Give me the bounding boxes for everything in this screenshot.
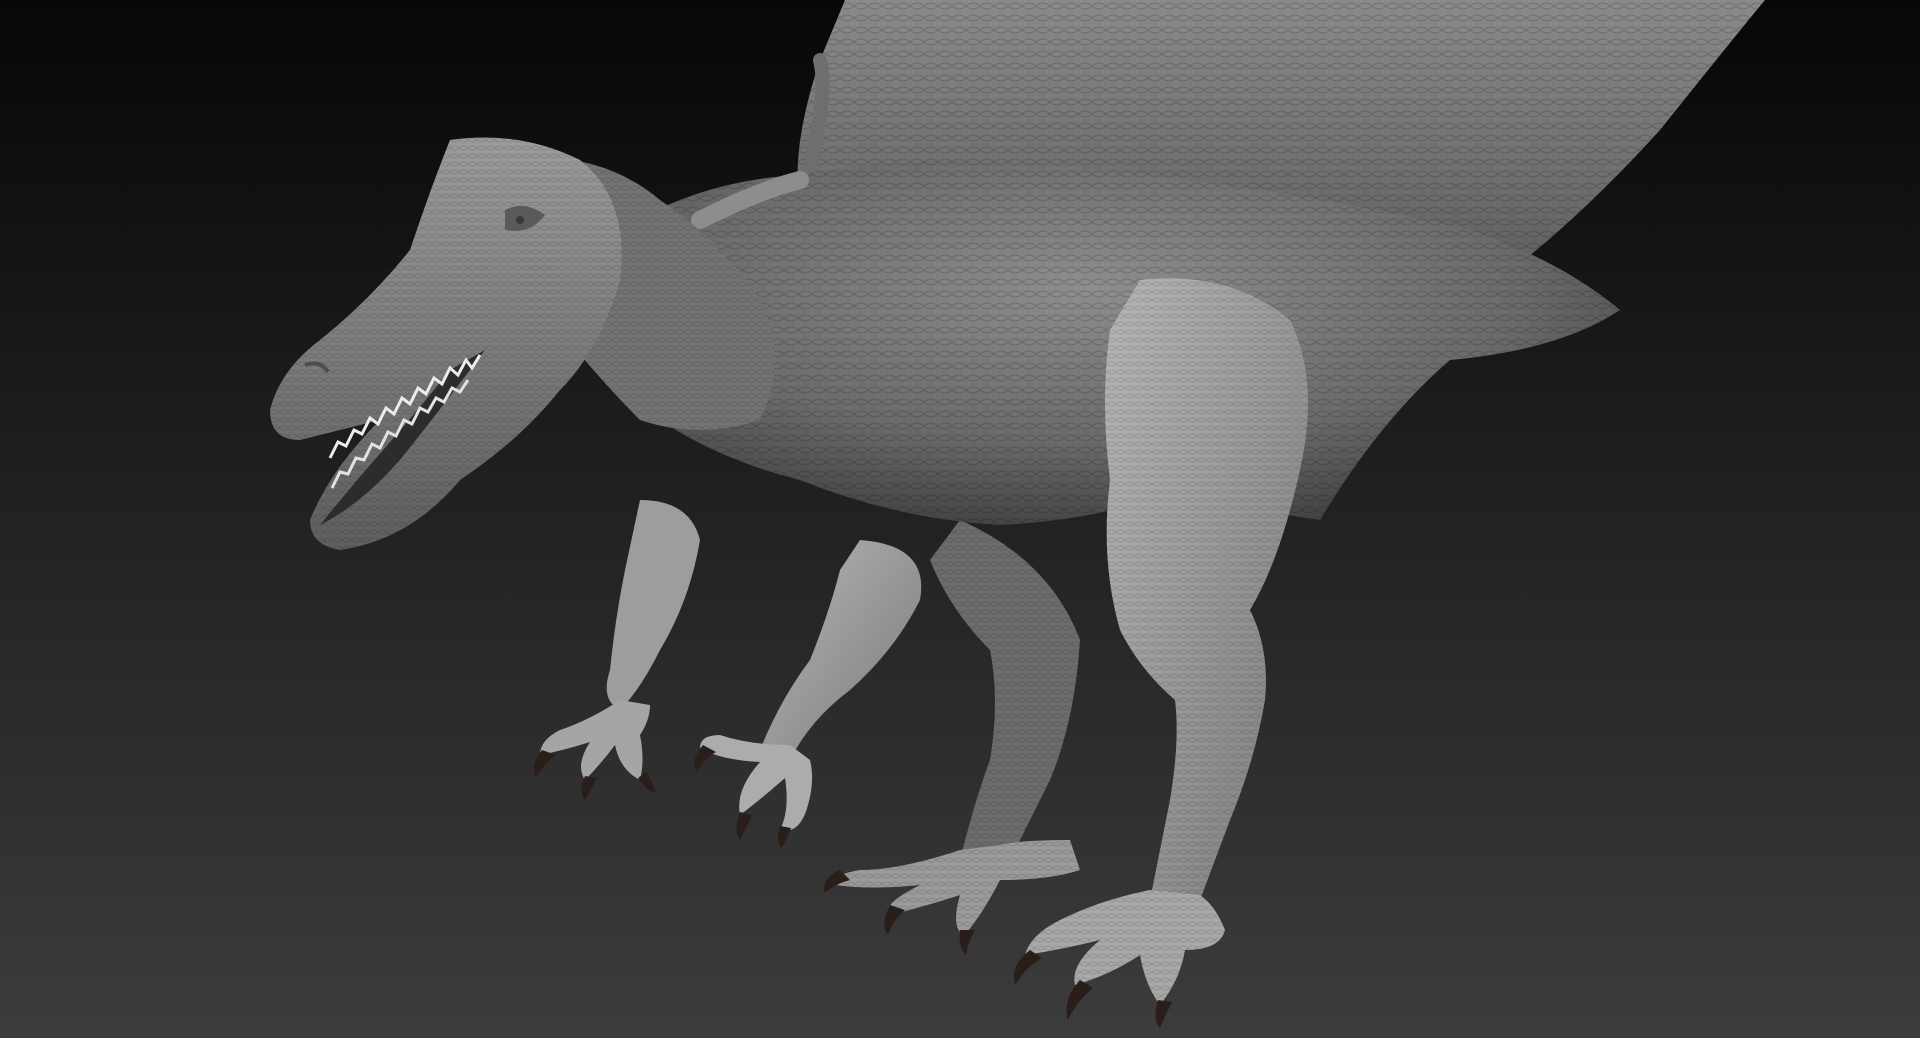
near-arm bbox=[694, 540, 922, 848]
head bbox=[270, 137, 622, 550]
3d-viewport[interactable] bbox=[0, 0, 1920, 1038]
far-arm bbox=[534, 500, 700, 800]
dinosaur-model[interactable] bbox=[0, 0, 1920, 1038]
